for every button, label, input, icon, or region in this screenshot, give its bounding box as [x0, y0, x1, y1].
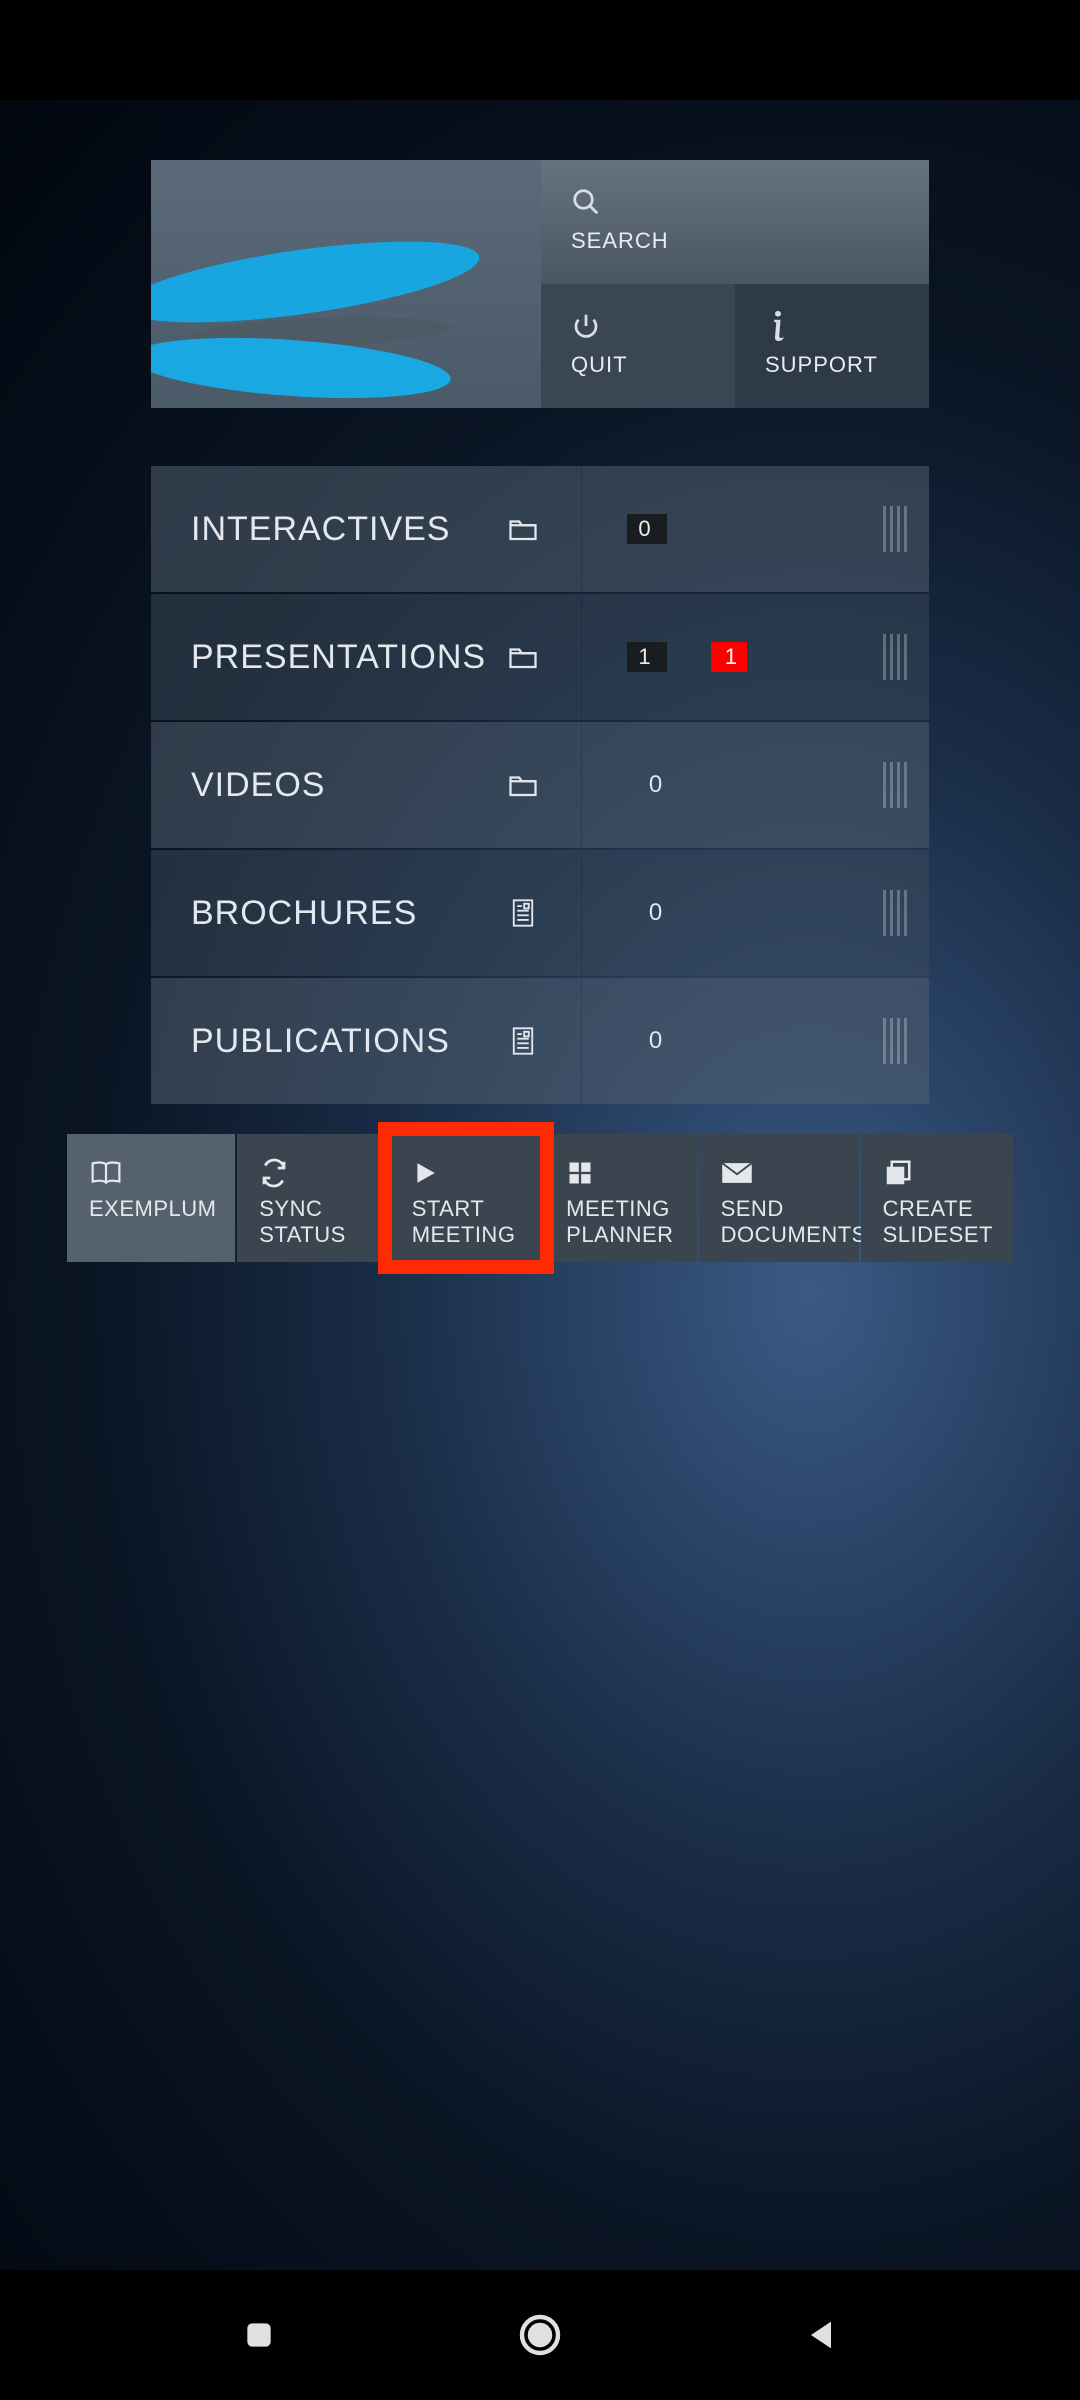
search-icon [571, 182, 899, 222]
document-icon [505, 1026, 541, 1056]
drag-handle-icon[interactable] [883, 506, 907, 552]
toolbar-label: SYNC STATUS [259, 1196, 387, 1248]
category-count-cell: 0 [581, 850, 711, 976]
category-label: PRESENTATIONS [191, 638, 486, 677]
category-count: 0 [649, 771, 662, 799]
quit-label: QUIT [571, 352, 705, 378]
grid-icon [566, 1156, 696, 1190]
category-count: 0 [649, 1027, 662, 1055]
category-count-cell: 0 [581, 722, 711, 848]
book-icon [89, 1156, 235, 1190]
drag-handle-icon[interactable] [883, 762, 907, 808]
category-count-cell: 1 [581, 594, 711, 720]
category-row-interactives[interactable]: INTERACTIVES 0 [151, 466, 929, 592]
toolbar-label: SEND DOCUMENTS [721, 1196, 859, 1248]
category-label: BROCHURES [191, 894, 417, 933]
toolbar-label: CREATE SLIDESET [883, 1196, 1013, 1248]
app-content: SEARCH QUIT SUPPORT INTERACTIVES0PRESEN [0, 100, 1080, 2270]
category-count: 0 [649, 899, 662, 927]
logo [151, 160, 541, 408]
toolbar-create-slideset[interactable]: CREATE SLIDESET [861, 1134, 1013, 1262]
stack-icon [883, 1156, 1013, 1190]
nav-back-button[interactable] [801, 2315, 841, 2355]
category-list: INTERACTIVES0PRESENTATIONS11VIDEOS0BROCH… [151, 466, 929, 1104]
support-button[interactable]: SUPPORT [735, 284, 929, 408]
logo-swoosh [151, 329, 453, 407]
category-left: BROCHURES [151, 850, 581, 976]
header-right: SEARCH QUIT SUPPORT [541, 160, 929, 408]
toolbar-send-documents[interactable]: SEND DOCUMENTS [699, 1134, 859, 1262]
status-bar [0, 0, 1080, 100]
category-right: 1 [711, 594, 929, 720]
mail-icon [721, 1156, 859, 1190]
drag-handle-icon[interactable] [883, 890, 907, 936]
category-label: VIDEOS [191, 766, 325, 805]
category-left: INTERACTIVES [151, 466, 581, 592]
power-icon [571, 306, 705, 346]
nav-recent-button[interactable] [239, 2315, 279, 2355]
bottom-toolbar: EXEMPLUM SYNC STATUS START MEETING MEETING … [67, 1134, 1013, 1262]
folder-icon [505, 516, 541, 542]
category-right [711, 978, 929, 1104]
category-right [711, 850, 929, 976]
toolbar-exemplum[interactable]: EXEMPLUM [67, 1134, 235, 1262]
drag-handle-icon[interactable] [883, 1018, 907, 1064]
category-count-cell: 0 [581, 978, 711, 1104]
quit-button[interactable]: QUIT [541, 284, 735, 408]
support-label: SUPPORT [765, 352, 899, 378]
category-row-brochures[interactable]: BROCHURES 0 [151, 850, 929, 976]
toolbar-start-meeting[interactable]: START MEETING [390, 1134, 542, 1262]
drag-handle-icon[interactable] [883, 634, 907, 680]
info-icon [765, 306, 899, 346]
play-icon [412, 1156, 542, 1190]
category-left: PRESENTATIONS [151, 594, 581, 720]
toolbar-label: MEETING PLANNER [566, 1196, 696, 1248]
search-button[interactable]: SEARCH [541, 160, 929, 284]
toolbar-label: START MEETING [412, 1196, 542, 1248]
category-row-publications[interactable]: PUBLICATIONS 0 [151, 978, 929, 1104]
toolbar-label: EXEMPLUM [89, 1196, 235, 1222]
nav-home-button[interactable] [516, 2311, 564, 2359]
alert-badge: 1 [711, 642, 747, 672]
category-row-videos[interactable]: VIDEOS 0 [151, 722, 929, 848]
category-count: 1 [627, 642, 667, 672]
category-label: INTERACTIVES [191, 510, 450, 549]
category-left: PUBLICATIONS [151, 978, 581, 1104]
category-count: 0 [627, 514, 667, 544]
document-icon [505, 898, 541, 928]
category-right [711, 722, 929, 848]
android-nav-bar [0, 2270, 1080, 2400]
folder-icon [505, 772, 541, 798]
sync-icon [259, 1156, 387, 1190]
header-panel: SEARCH QUIT SUPPORT [151, 160, 929, 408]
toolbar-meeting-planner[interactable]: MEETING PLANNER [544, 1134, 696, 1262]
category-row-presentations[interactable]: PRESENTATIONS 1 1 [151, 594, 929, 720]
category-count-cell: 0 [581, 466, 711, 592]
category-right [711, 466, 929, 592]
search-label: SEARCH [571, 228, 899, 254]
toolbar-sync-status[interactable]: SYNC STATUS [237, 1134, 387, 1262]
folder-icon [505, 644, 541, 670]
category-label: PUBLICATIONS [191, 1022, 450, 1061]
category-left: VIDEOS [151, 722, 581, 848]
